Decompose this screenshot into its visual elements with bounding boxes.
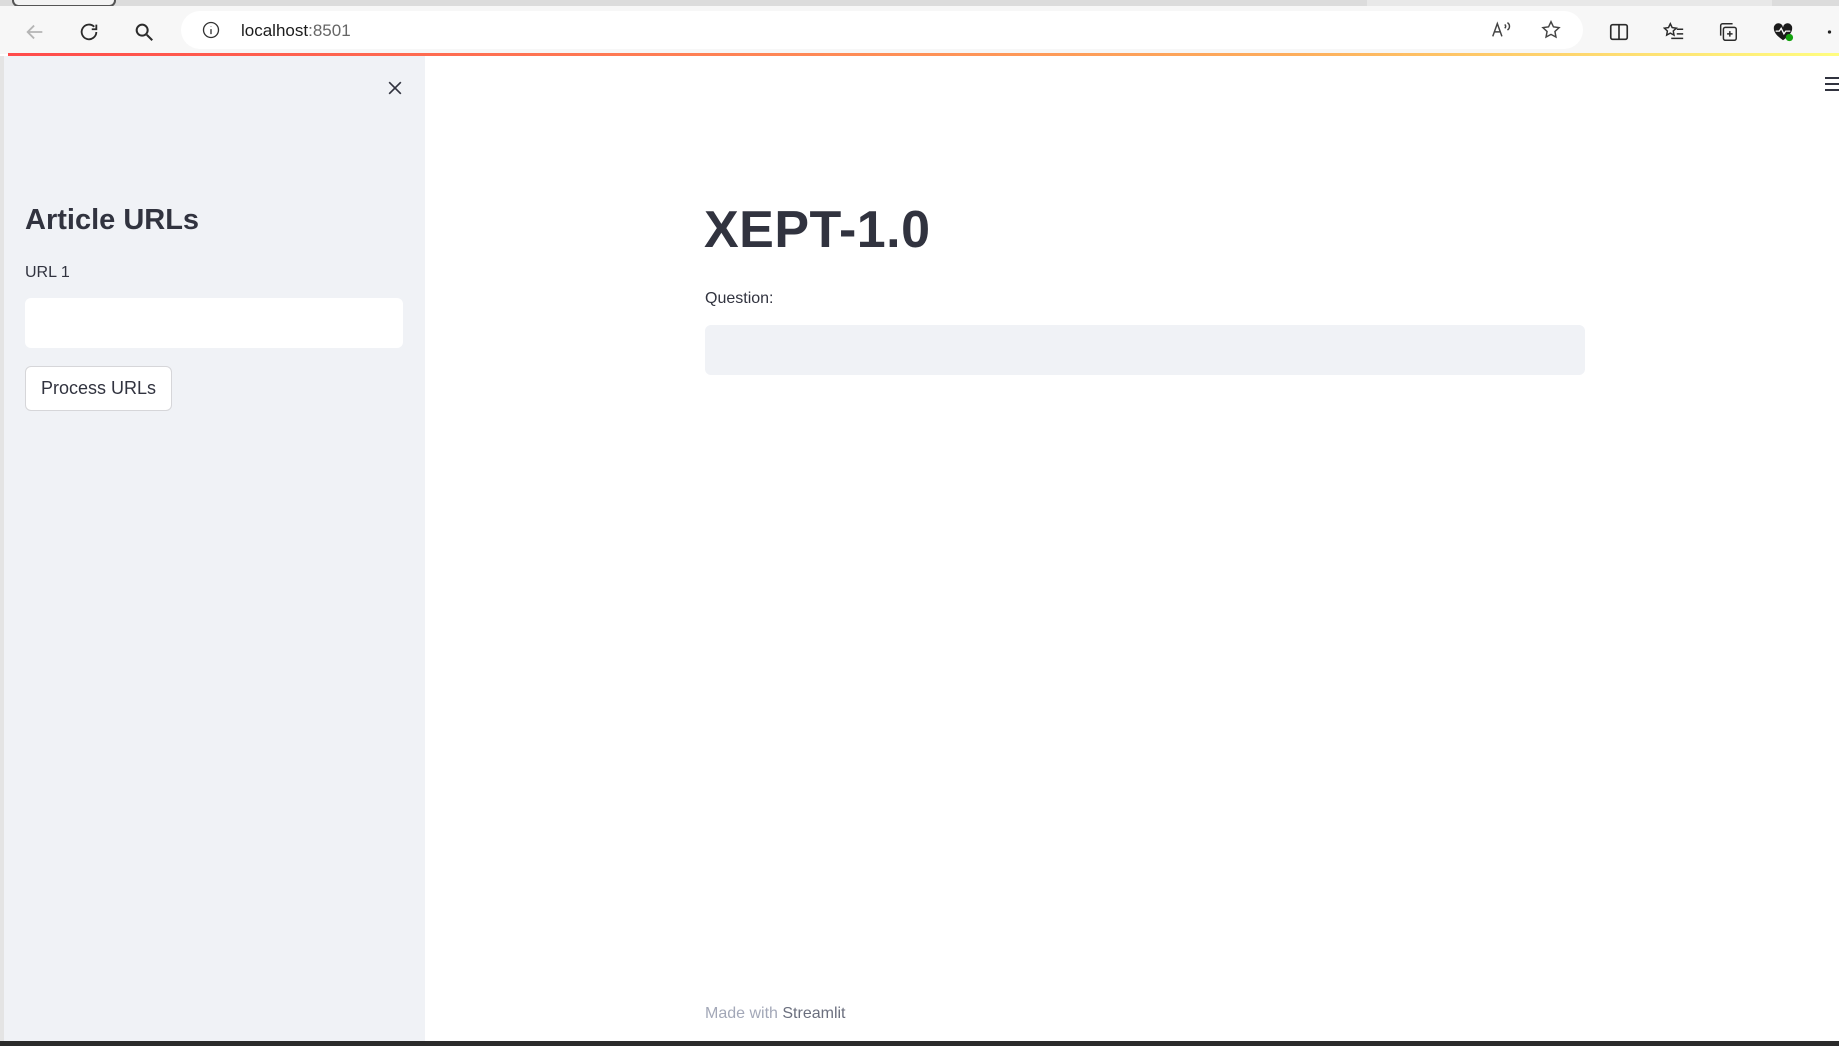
more-options-icon[interactable]: [1820, 16, 1839, 48]
main-menu-button[interactable]: [1823, 76, 1839, 96]
url-1-label: URL 1: [25, 264, 70, 281]
collections-icon[interactable]: [1712, 16, 1744, 48]
split-screen-icon[interactable]: [1603, 16, 1635, 48]
favorite-star-icon[interactable]: [1539, 18, 1563, 42]
read-aloud-icon[interactable]: [1489, 18, 1513, 42]
question-input[interactable]: [705, 325, 1585, 375]
search-icon[interactable]: [128, 16, 160, 48]
hamburger-menu-icon: [1823, 74, 1839, 99]
address-bar[interactable]: localhost:8501: [181, 11, 1583, 49]
url-port: :8501: [308, 21, 351, 40]
back-arrow-icon[interactable]: [19, 16, 51, 48]
process-urls-button[interactable]: Process URLs: [25, 366, 173, 411]
browser-toolbar: localhost:8501: [0, 6, 1839, 54]
sidebar-title: Article URLs: [25, 204, 200, 236]
close-icon: [385, 78, 405, 103]
question-label: Question:: [705, 290, 774, 307]
footer: Made with Streamlit: [705, 1005, 846, 1023]
sidebar-close-button[interactable]: [379, 74, 411, 106]
browser-essentials-icon[interactable]: [1767, 16, 1799, 48]
site-info-icon[interactable]: [201, 20, 221, 40]
window-bottom-border: [0, 1041, 1839, 1046]
address-url[interactable]: localhost:8501: [241, 21, 351, 41]
url-host: localhost: [241, 21, 309, 40]
footer-prefix: Made with: [705, 1005, 783, 1022]
streamlit-link[interactable]: Streamlit: [782, 1005, 845, 1022]
favorites-list-icon[interactable]: [1658, 16, 1690, 48]
url-1-input[interactable]: [25, 298, 403, 348]
refresh-icon[interactable]: [73, 16, 105, 48]
sidebar: Article URLs URL 1 Process URLs: [4, 56, 425, 1041]
page-title: XEPT-1.0: [704, 201, 931, 259]
